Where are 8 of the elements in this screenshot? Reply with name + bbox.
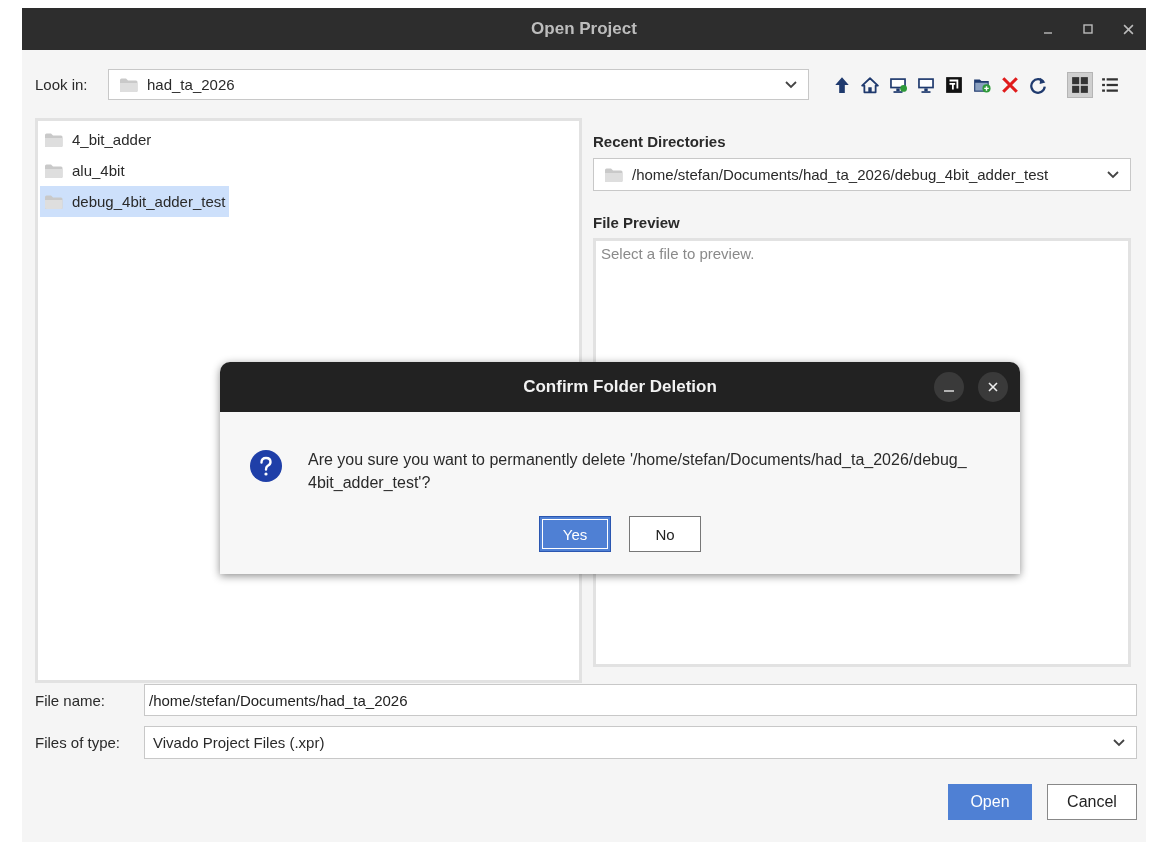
recent-directories-label: Recent Directories [593,133,727,150]
file-preview-label: File Preview [593,214,681,231]
dialog-title: Confirm Folder Deletion [523,377,717,397]
window-title: Open Project [531,19,637,39]
confirm-message: Are you sure you want to permanently delete '/home/stefan/Documents/had_ta_2026/debug_4bit_adder_test'? [308,450,968,493]
look-in-label: Look in: [35,76,89,93]
file-name-label: File name: [35,691,107,709]
file-type-label: Files of type: [35,734,122,751]
